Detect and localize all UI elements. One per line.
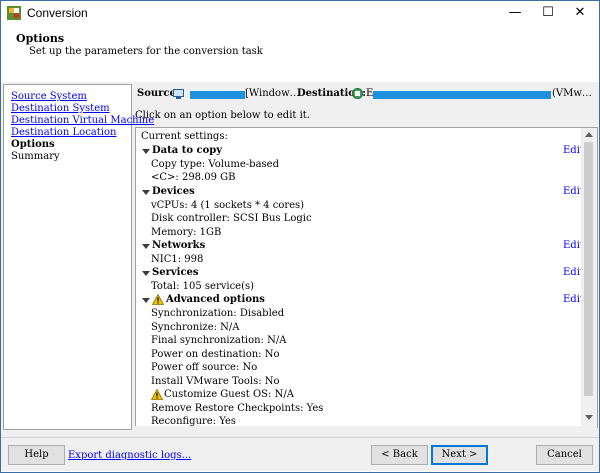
setting-line: Remove Restore Checkpoints: Yes [151,403,324,414]
setting-line: Copy type: Volume-based [151,159,279,170]
setting-line: vCPUs: 4 (1 sockets * 4 cores) [151,200,305,211]
section-data-to-copy[interactable]: Data to copy [152,145,222,156]
setting-line: Synchronize: N/A [151,322,240,333]
window-title: Conversion [27,6,88,20]
source-name-redacted [190,91,245,99]
collapse-arrow-icon[interactable] [142,244,150,249]
nav-item-destination-system[interactable]: Destination System [11,103,110,114]
source-name-suffix: [Window… [245,88,300,99]
section-services[interactable]: Services [152,267,199,278]
setting-line: Disk controller: SCSI Bus Logic [151,213,312,224]
settings-heading: Current settings: [141,131,228,142]
edit-data-to-copy-link[interactable]: Edit [563,145,582,156]
settings-vertical-scrollbar[interactable] [581,127,598,428]
title-bar[interactable]: Conversion — ☐ ✕ [1,1,599,26]
scroll-down-icon[interactable] [585,415,593,420]
vm-destination-icon [352,88,363,99]
setting-line: Power on destination: No [151,349,280,360]
setting-line: Total: 105 service(s) [151,281,255,292]
scroll-up-icon[interactable] [585,132,593,137]
converter-app-icon [7,6,21,20]
warning-icon [151,389,163,400]
page-title: Options [16,32,65,45]
back-button[interactable]: < Back [371,445,428,465]
section-advanced-options[interactable]: Advanced options [166,294,265,305]
section-networks[interactable]: Networks [152,240,205,251]
settings-bottom-edge [135,426,597,429]
setting-line: Final synchronization: N/A [151,335,287,346]
section-devices[interactable]: Devices [152,186,195,197]
close-icon[interactable]: ✕ [570,4,590,22]
edit-devices-link[interactable]: Edit [563,186,582,197]
scrollbar-thumb[interactable] [584,142,593,396]
footer-divider [1,437,599,438]
page-subtitle: Set up the parameters for the conversion… [29,46,263,57]
edit-networks-link[interactable]: Edit [563,240,582,251]
wizard-steps-nav: Source System Destination System Destina… [3,84,154,430]
current-settings-list[interactable]: Current settings: Data to copy Edit Copy… [135,127,583,428]
nav-item-summary: Summary [11,151,60,162]
setting-line: Synchronization: Disabled [151,308,285,319]
instruction-text: Click on an option below to edit it. [135,110,310,121]
setting-line: <C>: 298.09 GB [151,172,236,183]
collapse-arrow-icon[interactable] [142,298,150,303]
maximize-icon[interactable]: ☐ [538,4,558,22]
destination-name-redacted [373,91,551,99]
nav-item-destination-virtual-machine[interactable]: Destination Virtual Machine [11,115,154,126]
help-button[interactable]: Help [8,445,65,465]
setting-line: Memory: 1GB [151,227,222,238]
setting-line: NIC1: 998 [151,254,204,265]
computer-icon [173,89,184,99]
destination-name-suffix: (VMw… [552,88,592,99]
nav-item-destination-location[interactable]: Destination Location [11,127,116,138]
collapse-arrow-icon[interactable] [142,190,150,195]
edit-services-link[interactable]: Edit [563,267,582,278]
cancel-button[interactable]: Cancel [536,445,593,465]
page-header: Options Set up the parameters for the co… [1,26,599,83]
minimize-icon[interactable]: — [505,4,525,22]
warning-icon [152,294,164,305]
export-diagnostic-logs-link[interactable]: Export diagnostic logs... [68,450,191,461]
setting-line: Install VMware Tools: No [151,376,280,387]
collapse-arrow-icon[interactable] [142,149,150,154]
edit-advanced-options-link[interactable]: Edit [563,294,582,305]
nav-item-options: Options [11,139,55,150]
collapse-arrow-icon[interactable] [142,271,150,276]
next-button[interactable]: Next > [431,445,488,465]
setting-line: Power off source: No [151,362,258,373]
setting-line: Customize Guest OS: N/A [164,389,294,400]
nav-item-source-system[interactable]: Source System [11,91,87,102]
